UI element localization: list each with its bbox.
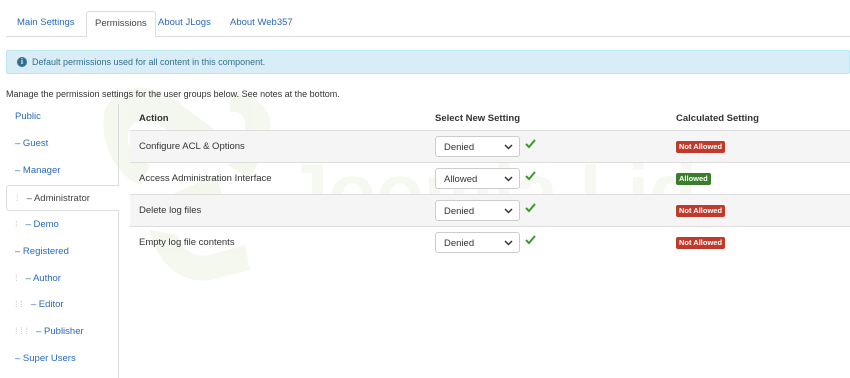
group-super-users[interactable]: – Super Users xyxy=(6,346,119,372)
table-row: Empty log file contents Denied Not Allow… xyxy=(130,227,850,259)
chevron-down-icon xyxy=(504,208,513,214)
group-guest[interactable]: – Guest xyxy=(6,131,119,157)
user-group-list: Public – Guest – Manager ⁞ – Administrat… xyxy=(6,104,120,378)
group-registered[interactable]: – Registered xyxy=(6,239,119,265)
check-icon xyxy=(525,171,536,181)
permissions-intro: Manage the permission settings for the u… xyxy=(6,89,340,99)
group-editor[interactable]: ⁞ ⁞ – Editor xyxy=(6,292,119,318)
tab-about-web357[interactable]: About Web357 xyxy=(222,11,301,37)
setting-select[interactable]: Allowed xyxy=(435,168,520,189)
action-label: Empty log file contents xyxy=(139,237,235,248)
tab-permissions[interactable]: Permissions xyxy=(86,11,156,38)
header-select-new-setting: Select New Setting xyxy=(435,113,520,124)
status-badge: Allowed xyxy=(676,173,711,185)
check-icon xyxy=(525,203,536,213)
action-label: Delete log files xyxy=(139,205,202,216)
chevron-down-icon xyxy=(504,176,513,182)
chevron-down-icon xyxy=(504,144,513,150)
setting-select[interactable]: Denied xyxy=(435,200,520,221)
header-calculated-setting: Calculated Setting xyxy=(676,113,759,124)
group-public[interactable]: Public xyxy=(6,104,119,130)
status-badge: Not Allowed xyxy=(676,205,726,217)
status-badge: Not Allowed xyxy=(676,237,726,249)
setting-select[interactable]: Denied xyxy=(435,232,520,253)
group-author[interactable]: ⁞ – Author xyxy=(6,266,119,292)
tab-about-jlogs[interactable]: About JLogs xyxy=(150,11,219,37)
alert-message: Default permissions used for all content… xyxy=(32,57,266,67)
table-row: Delete log files Denied Not Allowed xyxy=(130,195,850,227)
header-action: Action xyxy=(139,113,169,124)
group-administrator[interactable]: ⁞ – Administrator xyxy=(6,185,120,211)
setting-select[interactable]: Denied xyxy=(435,136,520,157)
tab-main-settings[interactable]: Main Settings xyxy=(9,11,83,37)
group-publisher[interactable]: ⁞ ⁞ ⁞ – Publisher xyxy=(6,319,119,345)
table-row: Access Administration Interface Allowed … xyxy=(130,163,850,195)
group-manager[interactable]: – Manager xyxy=(6,158,119,184)
info-alert: i Default permissions used for all conte… xyxy=(6,50,850,74)
check-icon xyxy=(525,235,536,245)
chevron-down-icon xyxy=(504,240,513,246)
info-icon: i xyxy=(17,57,27,67)
action-label: Configure ACL & Options xyxy=(139,141,245,152)
tab-bar: Main Settings Permissions About JLogs Ab… xyxy=(6,11,850,38)
action-label: Access Administration Interface xyxy=(139,173,272,184)
group-demo[interactable]: ⁞ – Demo xyxy=(6,212,119,238)
table-row: Configure ACL & Options Denied Not Allow… xyxy=(130,131,850,163)
check-icon xyxy=(525,139,536,149)
status-badge: Not Allowed xyxy=(676,141,726,153)
